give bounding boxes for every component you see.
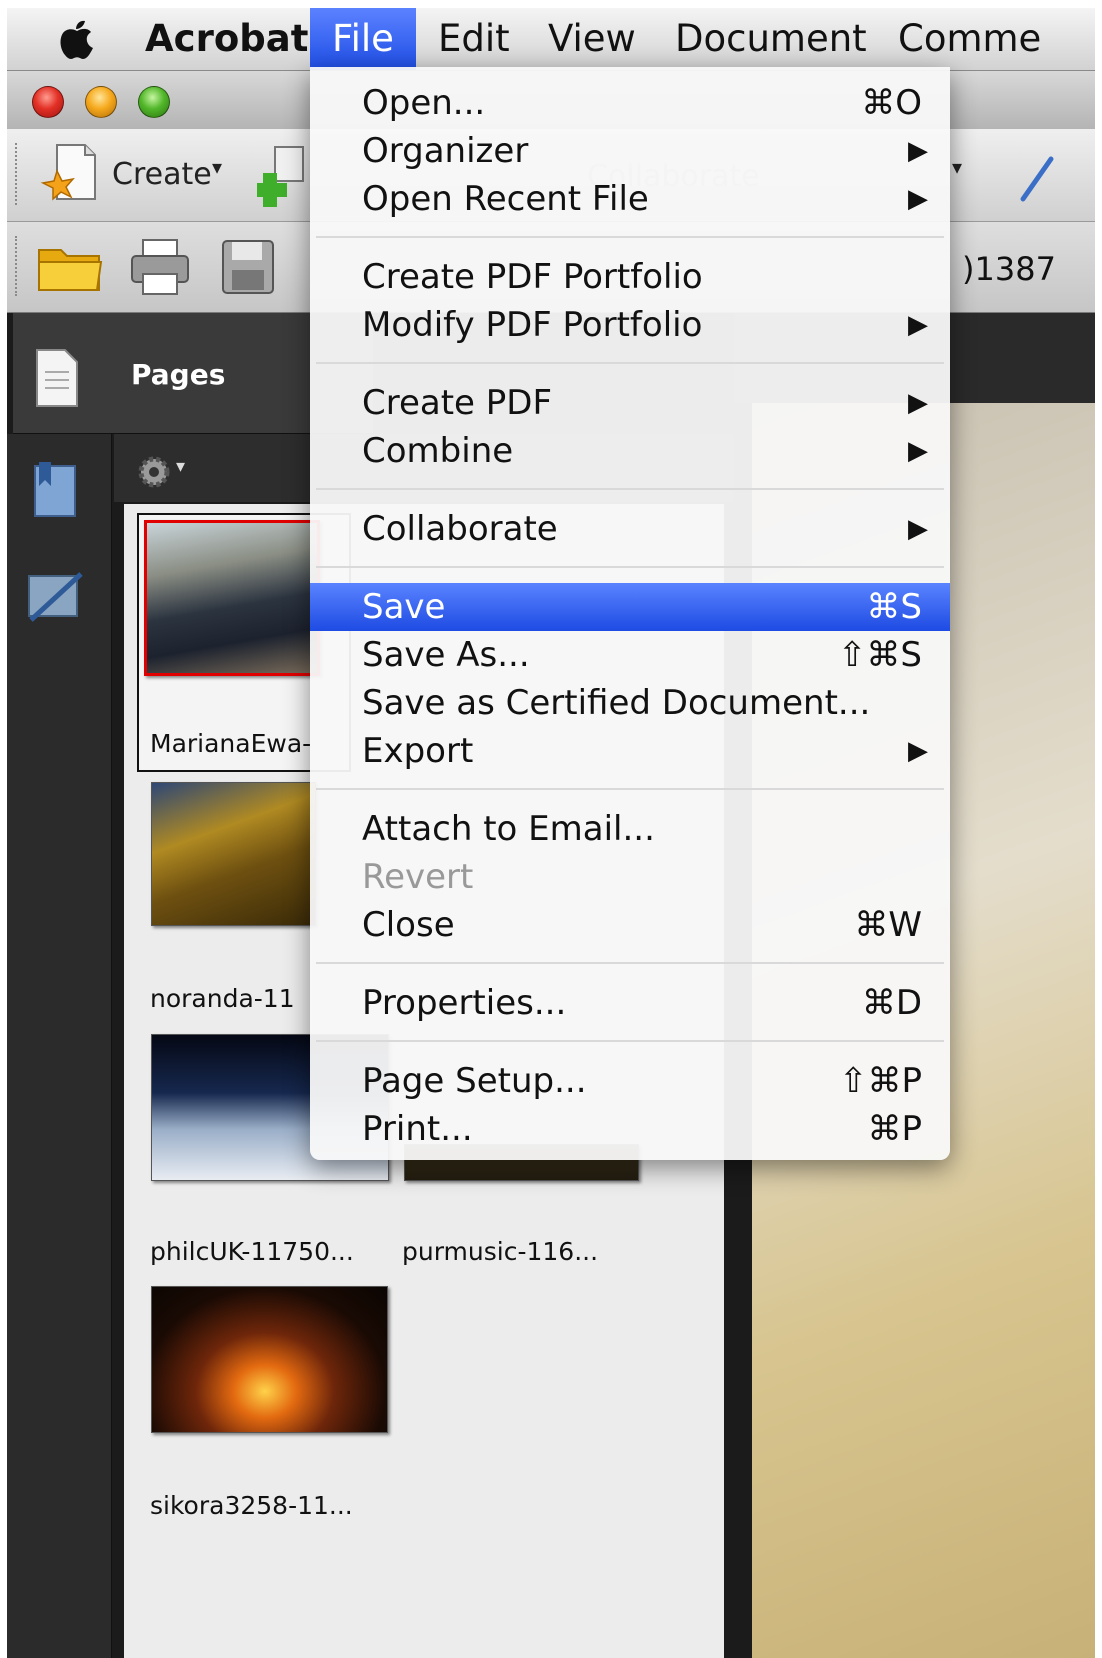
menu-item-page-setup[interactable]: Page Setup... ⇧⌘P [310, 1057, 950, 1105]
menu-item-combine[interactable]: Combine ▶ [310, 427, 950, 475]
toolbar-grip[interactable] [15, 236, 21, 296]
menu-item-label: Page Setup... [362, 1061, 587, 1101]
menu-item-shortcut: ⌘O [861, 83, 922, 123]
thumbnail-caption: purmusic-116... [402, 1237, 599, 1266]
menu-item-label: Close [362, 905, 455, 945]
menu-item-print[interactable]: Print... ⌘P [310, 1105, 950, 1153]
menu-separator [316, 1040, 944, 1042]
create-button-label[interactable]: Create [112, 157, 212, 192]
menu-item-save-as[interactable]: Save As... ⇧⌘S [310, 631, 950, 679]
save-disk-icon[interactable] [220, 238, 276, 296]
menu-item-label: Save as Certified Document... [362, 683, 871, 723]
pages-icon[interactable] [33, 348, 81, 408]
menu-view[interactable]: View [526, 8, 658, 70]
menu-item-properties[interactable]: Properties... ⌘D [310, 979, 950, 1027]
menu-item-shortcut: ⌘W [854, 905, 922, 945]
menu-item-save-as-certified-document[interactable]: Save as Certified Document... [310, 679, 950, 727]
menu-item-shortcut: ⌘D [861, 983, 922, 1023]
menu-comments[interactable]: Comme [876, 8, 1063, 70]
menu-item-shortcut: ⇧⌘P [839, 1061, 922, 1101]
document-name-field: )1387 [962, 250, 1056, 288]
menu-item-label: Print... [362, 1109, 473, 1149]
menu-document[interactable]: Document [653, 8, 889, 70]
menu-item-shortcut: ⌘S [866, 587, 922, 627]
page-thumbnail[interactable] [144, 520, 320, 676]
menu-item-label: Modify PDF Portfolio [362, 305, 703, 345]
menu-item-shortcut: ⇧⌘S [837, 635, 922, 675]
menu-item-label: Save [362, 587, 446, 627]
print-icon[interactable] [129, 236, 191, 298]
file-menu-dropdown: Open... ⌘O Organizer ▶ Open Recent File ▶ Crea… [310, 67, 950, 1160]
menu-item-create-pdf-portfolio[interactable]: Create PDF Portfolio [310, 253, 950, 301]
menu-item-label: Export [362, 731, 474, 771]
submenu-arrow-icon: ▶ [908, 736, 928, 766]
bookmarks-icon[interactable] [29, 460, 81, 520]
menu-item-open[interactable]: Open... ⌘O [310, 79, 950, 127]
menu-item-label: Attach to Email... [362, 809, 655, 849]
zoom-window-button[interactable] [138, 86, 170, 118]
menu-item-modify-pdf-portfolio[interactable]: Modify PDF Portfolio ▶ [310, 301, 950, 349]
menu-item-label: Open Recent File [362, 179, 649, 219]
page-thumbnail[interactable] [151, 1286, 388, 1433]
menu-item-attach-to-email[interactable]: Attach to Email... [310, 805, 950, 853]
apple-icon[interactable] [57, 17, 97, 61]
menu-item-label: Open... [362, 83, 486, 123]
submenu-arrow-icon: ▶ [908, 388, 928, 418]
thumbnail-caption: philcUK-11750... [150, 1237, 354, 1266]
combine-icon[interactable] [257, 143, 313, 209]
menu-item-create-pdf[interactable]: Create PDF ▶ [310, 379, 950, 427]
menu-item-label: Organizer [362, 131, 529, 171]
menu-bar: Acrobat File Edit View Document Comme [7, 8, 1095, 71]
thumbnail-caption: noranda-11 [150, 984, 295, 1013]
menu-item-label: Combine [362, 431, 514, 471]
menu-item-label: Create PDF [362, 383, 553, 423]
menu-item-label: Revert [362, 857, 474, 897]
submenu-arrow-icon: ▶ [908, 436, 928, 466]
menu-item-revert: Revert [310, 853, 950, 901]
menu-item-collaborate[interactable]: Collaborate ▶ [310, 505, 950, 553]
navigation-pane-strip [7, 434, 112, 1658]
menu-item-close[interactable]: Close ⌘W [310, 901, 950, 949]
thumbnail-caption: sikora3258-11... [150, 1491, 353, 1520]
menu-item-save[interactable]: Save ⌘S [310, 583, 950, 631]
thumbnail-caption: MarianaEwa- [150, 729, 312, 758]
submenu-arrow-icon: ▶ [908, 310, 928, 340]
close-window-button[interactable] [32, 86, 64, 118]
menu-acrobat[interactable]: Acrobat [123, 8, 330, 70]
menu-edit[interactable]: Edit [416, 8, 532, 70]
submenu-arrow-icon: ▶ [908, 514, 928, 544]
secure-dropdown-arrow-icon[interactable]: ▾ [952, 155, 962, 179]
sign-pen-icon[interactable] [1017, 149, 1057, 205]
menu-item-export[interactable]: Export ▶ [310, 727, 950, 775]
signatures-icon[interactable] [25, 570, 85, 626]
submenu-arrow-icon: ▶ [908, 136, 928, 166]
menu-item-label: Properties... [362, 983, 567, 1023]
create-pdf-icon[interactable] [37, 141, 101, 209]
menu-item-label: Collaborate [362, 509, 558, 549]
gear-icon[interactable] [134, 452, 174, 492]
toolbar-grip[interactable] [15, 143, 21, 205]
menu-item-open-recent-file[interactable]: Open Recent File ▶ [310, 175, 950, 223]
menu-separator [316, 488, 944, 490]
pages-panel-title: Pages [131, 358, 226, 391]
page-thumbnail[interactable] [151, 782, 316, 926]
menu-item-shortcut: ⌘P [867, 1109, 922, 1149]
menu-separator [316, 962, 944, 964]
menu-item-label: Save As... [362, 635, 530, 675]
options-dropdown-arrow-icon[interactable]: ▾ [176, 456, 185, 477]
menu-item-organizer[interactable]: Organizer ▶ [310, 127, 950, 175]
minimize-window-button[interactable] [85, 86, 117, 118]
acrobat-window: Acrobat File Edit View Document Comme Cr… [7, 8, 1095, 1658]
menu-separator [316, 362, 944, 364]
menu-separator [316, 236, 944, 238]
create-dropdown-arrow-icon[interactable]: ▾ [212, 155, 222, 179]
menu-separator [316, 566, 944, 568]
submenu-arrow-icon: ▶ [908, 184, 928, 214]
menu-file[interactable]: File [310, 8, 416, 70]
menu-item-label: Create PDF Portfolio [362, 257, 703, 297]
menu-separator [316, 788, 944, 790]
open-folder-icon[interactable] [37, 240, 103, 294]
